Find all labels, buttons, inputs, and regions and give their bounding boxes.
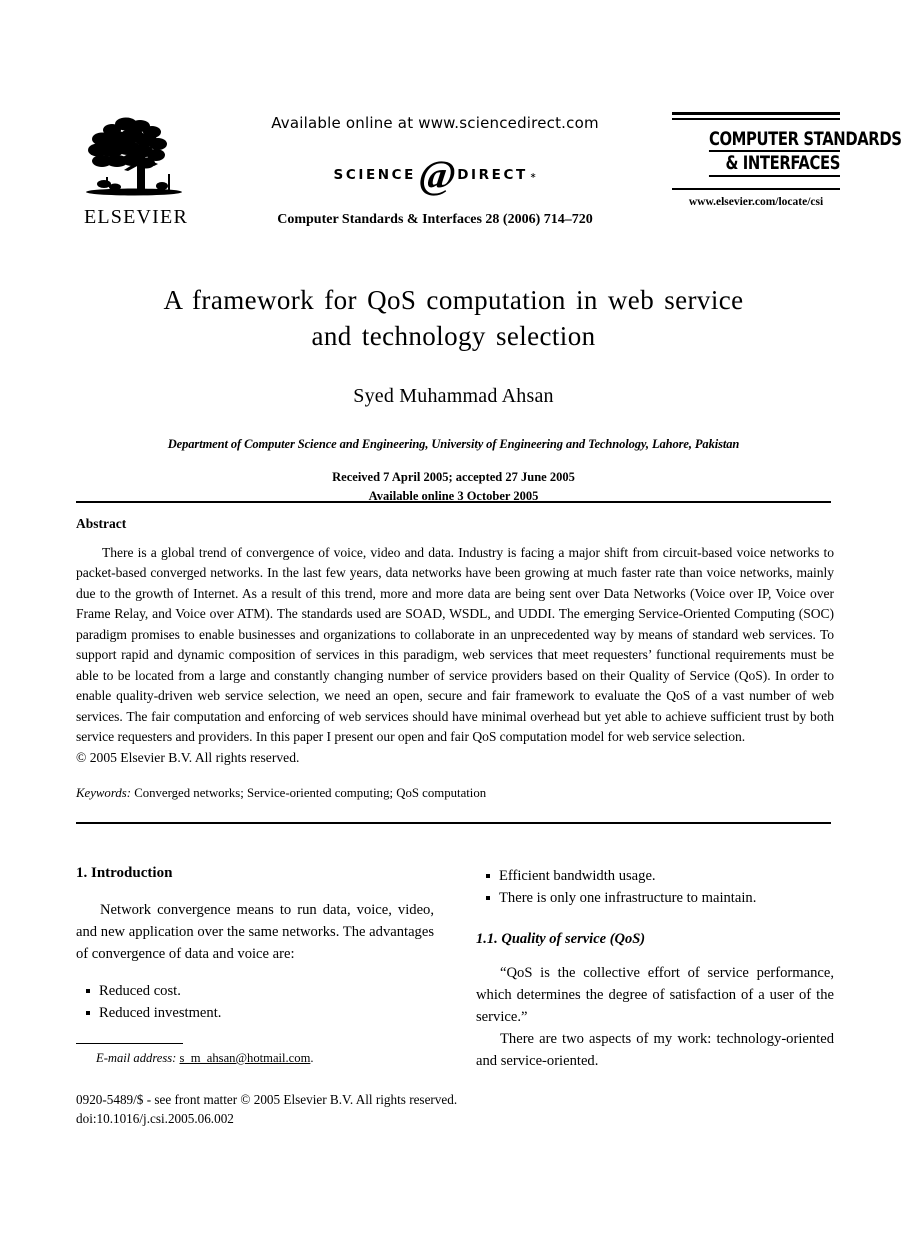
keywords-label: Keywords: [76,785,131,800]
list-item: Efficient bandwidth usage. [486,865,834,887]
elsevier-tree-icon [86,117,182,196]
abstract-bottom-rule [76,822,831,824]
advantages-list-left: Reduced cost. Reduced investment. [76,980,434,1024]
keywords: Keywords: Converged networks; Service-or… [76,786,834,801]
qos-aspects-paragraph: There are two aspects of my work: techno… [476,1031,834,1070]
available-online-text: Available online at www.sciencedirect.co… [271,114,599,132]
email-footnote: E-mail address: s_m_ahsan@hotmail.com. [76,1051,434,1066]
list-item: Reduced investment. [86,1002,434,1024]
advantages-list-right: Efficient bandwidth usage. There is only… [476,865,834,909]
article-page: ELSEVIER Available online at www.science… [0,0,907,1238]
title-block: A framework for QoS computation in web s… [76,283,831,505]
footnote-rule [76,1043,183,1044]
journal-logo-line1: COMPUTER STANDARDS [708,129,902,153]
abstract-heading: Abstract [76,516,127,531]
doi-line: doi:10.1016/j.csi.2005.06.002 [76,1111,234,1127]
sciencedirect-block: Available online at www.sciencedirect.co… [210,100,660,228]
affiliation: Department of Computer Science and Engin… [167,436,740,451]
abstract-copyright: © 2005 Elsevier B.V. All rights reserved… [76,749,300,765]
right-column: Efficient bandwidth usage. There is only… [476,865,834,1073]
abstract-section: Abstract There is a global trend of conv… [76,516,834,801]
paper-title-line1: A framework for QoS computation in web s… [163,285,744,315]
author-name: Syed Muhammad Ahsan [353,384,554,407]
journal-logo-bottom-rule [672,187,840,190]
front-matter-line: 0920-5489/$ - see front matter © 2005 El… [76,1092,458,1107]
elsevier-wordmark: ELSEVIER [83,206,189,228]
sciencedirect-science-text: SCIENCE [333,167,417,183]
left-column: 1. Introduction Network convergence mean… [76,865,434,1024]
trademark-icon: ∗ [529,170,537,180]
qos-quote-paragraph: “QoS is the collective effort of service… [476,965,834,1026]
keywords-value: Converged networks; Service-oriented com… [134,785,487,800]
page-title: A framework for QoS computation in web s… [76,283,831,355]
email-label: E-mail address: [96,1051,177,1065]
sciencedirect-logo: SCIENCE @ DIRECT ∗ [210,152,660,197]
journal-logo: COMPUTER STANDARDS & INTERFACES www.else… [672,112,902,208]
at-symbol-icon: @ [416,152,459,197]
elsevier-logo: ELSEVIER [76,114,196,227]
subsection-heading-qos: 1.1. Quality of service (QoS) [476,931,646,948]
email-period: . [310,1051,314,1065]
introduction-paragraph: Network convergence means to run data, v… [76,902,434,963]
paper-title-line2: and technology selection [311,320,596,351]
footnote-block: E-mail address: s_m_ahsan@hotmail.com. [76,1043,434,1066]
abstract-top-rule [76,501,831,503]
email-link[interactable]: s_m_ahsan@hotmail.com [180,1051,311,1065]
masthead: ELSEVIER Available online at www.science… [0,100,907,260]
sciencedirect-direct-text: DIRECT [457,167,528,183]
body-columns: 1. Introduction Network convergence mean… [76,865,834,1115]
abstract-body: There is a global trend of convergence o… [76,545,834,745]
journal-reference: Computer Standards & Interfaces 28 (2006… [277,212,593,227]
list-item: There is only one infrastructure to main… [486,887,834,909]
journal-logo-line2: & INTERFACES [708,152,840,177]
journal-logo-top-rule [672,112,840,120]
received-accepted-date: Received 7 April 2005; accepted 27 June … [332,469,575,484]
section-heading-introduction: 1. Introduction [76,865,173,881]
list-item: Reduced cost. [86,980,434,1002]
article-dates: Received 7 April 2005; accepted 27 June … [76,468,831,506]
imprint-block: 0920-5489/$ - see front matter © 2005 El… [76,1090,506,1128]
journal-url: www.elsevier.com/locate/csi [688,195,824,208]
